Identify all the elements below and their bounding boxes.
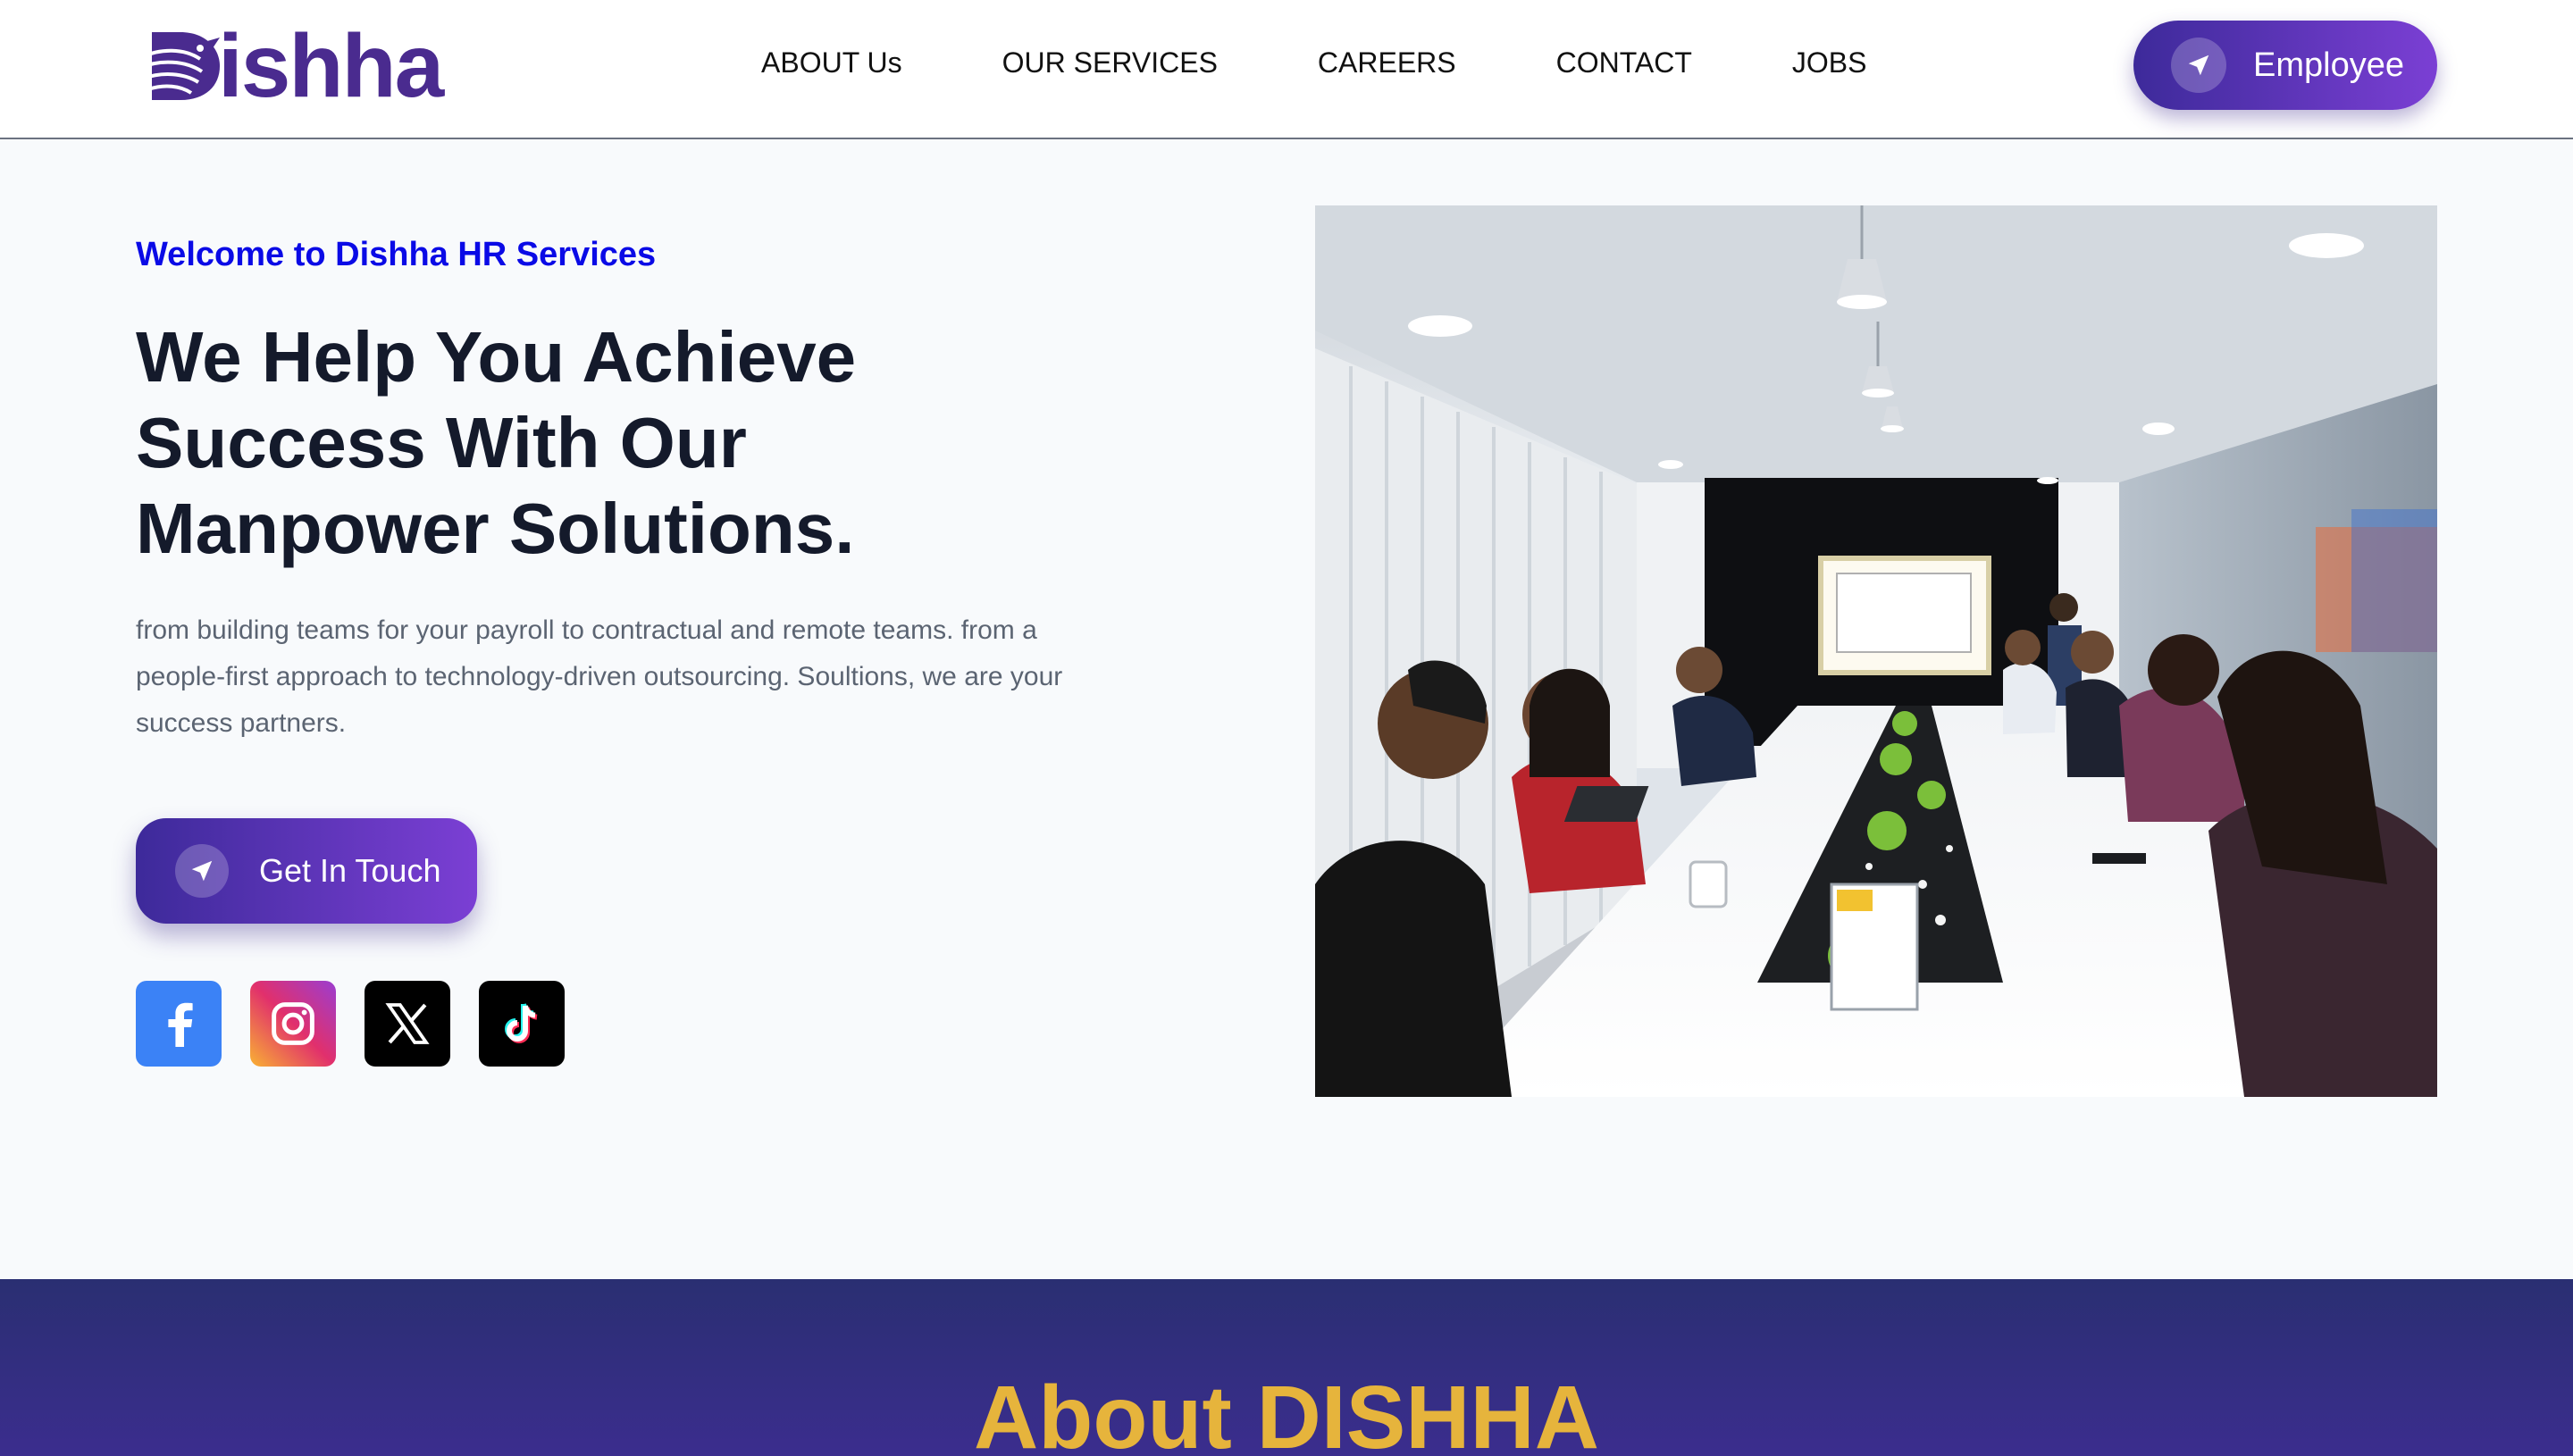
nav-jobs[interactable]: JOBS <box>1792 45 1867 80</box>
headline-line: Success With Our <box>136 403 747 482</box>
get-in-touch-label: Get In Touch <box>259 852 441 889</box>
employee-button[interactable]: Employee <box>2133 21 2437 110</box>
site-header: ishha ABOUT Us OUR SERVICES CAREERS CONT… <box>0 0 2573 139</box>
hero-description: from building teams for your payroll to … <box>136 615 1063 738</box>
nav-services[interactable]: OUR SERVICES <box>1002 45 1218 80</box>
tiktok-link[interactable] <box>479 981 565 1067</box>
nav-about[interactable]: ABOUT Us <box>761 45 902 80</box>
welcome-text: Welcome to Dishha HR Services <box>136 236 657 273</box>
about-title: About DISHHA <box>974 1368 1599 1456</box>
get-in-touch-button[interactable]: Get In Touch <box>136 818 477 924</box>
send-icon <box>2171 38 2226 93</box>
send-icon <box>175 844 229 898</box>
x-icon <box>385 1003 430 1044</box>
social-links <box>136 981 593 1067</box>
headline-line: Manpower Solutions. <box>136 489 855 568</box>
meeting-room-image <box>1315 205 2437 1097</box>
x-link[interactable] <box>365 981 450 1067</box>
nav-contact[interactable]: CONTACT <box>1556 45 1692 80</box>
hero-headline: We Help You Achieve Success With Our Man… <box>136 314 1119 572</box>
facebook-icon <box>168 1002 193 1047</box>
tiktok-icon <box>505 1003 538 1043</box>
headline-line: We Help You Achieve <box>136 317 857 397</box>
instagram-icon <box>272 1002 314 1045</box>
nav-careers[interactable]: CAREERS <box>1318 45 1456 80</box>
bird-logo-icon <box>138 32 220 100</box>
dishha-logo[interactable]: ishha <box>134 16 444 116</box>
logo-wordmark: ishha <box>218 16 444 116</box>
about-section: About DISHHA <box>0 1279 2573 1456</box>
employee-button-label: Employee <box>2253 46 2404 84</box>
facebook-link[interactable] <box>136 981 222 1067</box>
main-nav: ABOUT Us OUR SERVICES CAREERS CONTACT JO… <box>761 45 1866 80</box>
instagram-link[interactable] <box>250 981 336 1067</box>
meeting-room-photo <box>1315 205 2437 1097</box>
